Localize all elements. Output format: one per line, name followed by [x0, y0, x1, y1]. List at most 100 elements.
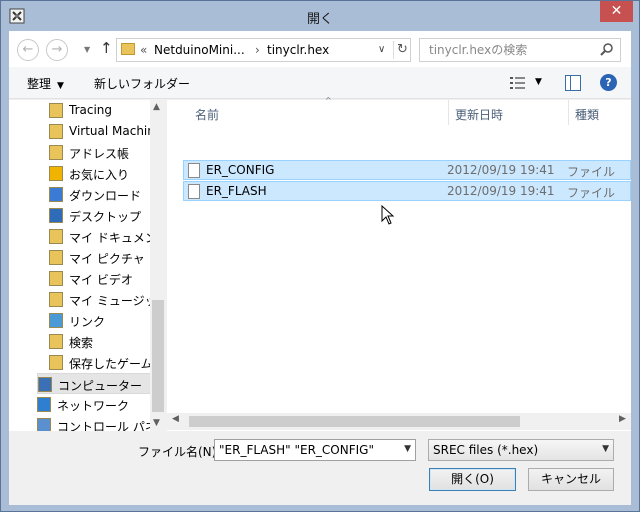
nav-scrollbar[interactable]: ▲ ▼: [150, 100, 166, 431]
search-box[interactable]: [419, 38, 621, 62]
search-input[interactable]: [420, 39, 598, 61]
open-file-dialog: 開く ✕ ← → ▼ ↑ « NetduinoMini... › tinyclr…: [0, 0, 640, 512]
network-icon: [37, 397, 51, 412]
documents-folder-icon: [49, 229, 63, 244]
file-icon: [188, 184, 200, 199]
close-button[interactable]: ✕: [600, 1, 633, 22]
file-name: ER_CONFIG: [206, 163, 275, 177]
file-date: 2012/09/19 19:41: [447, 163, 555, 177]
sidebar-item-label: ネットワーク: [57, 399, 130, 413]
address-dropdown-icon[interactable]: ∨: [378, 44, 385, 55]
breadcrumb-separator[interactable]: ›: [255, 43, 260, 57]
videos-folder-icon: [49, 271, 63, 286]
column-header-name[interactable]: 名前 ^: [189, 96, 449, 125]
address-row: ← → ▼ ↑ « NetduinoMini... › tinyclr.hex …: [9, 31, 631, 67]
column-name-label: 名前: [195, 108, 220, 122]
recent-locations-dropdown-icon[interactable]: ▼: [84, 45, 90, 54]
navigation-pane[interactable]: Tracing Virtual Machin アドレス帳お気に入りダウンロードデスク…: [9, 100, 166, 431]
folder-icon: [49, 103, 63, 118]
filename-combo[interactable]: ▼: [214, 439, 416, 461]
filetype-value: SREC files (*.hex): [433, 443, 539, 457]
scroll-down-icon[interactable]: ▼: [153, 418, 160, 428]
filename-input[interactable]: [215, 440, 395, 460]
organize-menu[interactable]: 整理 ▼: [27, 75, 64, 92]
back-button[interactable]: ←: [17, 39, 39, 61]
sidebar-item[interactable]: 保存したゲーム: [49, 352, 166, 373]
sidebar-item[interactable]: コンピューター: [37, 373, 166, 394]
scroll-left-icon[interactable]: ◀: [172, 414, 179, 424]
sidebar-item[interactable]: アドレス帳: [49, 142, 166, 163]
up-button[interactable]: ↑: [100, 39, 113, 57]
folder-icon: [121, 43, 135, 55]
folder-icon: [49, 124, 63, 139]
horizontal-scroll-thumb[interactable]: [189, 416, 520, 427]
sidebar-item-label: 検索: [69, 336, 94, 350]
favorites-folder-icon: [49, 166, 63, 181]
command-toolbar: 整理 ▼ 新しいフォルダー ▼ ?: [9, 67, 631, 99]
dialog-footer: ファイル名(N): ▼ SREC files (*.hex) ▼ 開く(O) キ…: [9, 431, 631, 505]
file-date: 2012/09/19 19:41: [447, 184, 555, 198]
file-row[interactable]: ER_FLASH 2012/09/19 19:41 ファイル: [183, 181, 631, 201]
sidebar-item[interactable]: コントロール パネル: [37, 415, 166, 431]
breadcrumb-overflow[interactable]: «: [140, 43, 147, 57]
sidebar-item-label: コンピューター: [58, 379, 143, 393]
sidebar-item-label: マイ ビデオ: [69, 273, 133, 287]
sidebar-item-label: ダウンロード: [69, 189, 142, 203]
sidebar-item-label: Tracing: [69, 103, 113, 117]
sidebar-item[interactable]: マイ ピクチャ: [49, 247, 166, 268]
forward-button[interactable]: →: [46, 39, 68, 61]
contacts-folder-icon: [49, 145, 63, 160]
sidebar-item[interactable]: マイ ミュージック: [49, 289, 166, 310]
column-header-type[interactable]: 種類: [569, 100, 631, 125]
sidebar-item[interactable]: ネットワーク: [37, 394, 166, 415]
view-options-icon[interactable]: [509, 76, 527, 90]
nav-scroll-thumb[interactable]: [152, 300, 164, 412]
window-title: 開く: [306, 12, 333, 27]
sidebar-item-label: 保存したゲーム: [69, 357, 153, 371]
address-bar[interactable]: « NetduinoMini... › tinyclr.hex ∨ ↻: [116, 38, 411, 62]
scroll-right-icon[interactable]: ▶: [619, 414, 626, 424]
chevron-down-icon[interactable]: ▼: [602, 444, 609, 454]
sidebar-item[interactable]: ダウンロード: [49, 184, 166, 205]
dialog-client: ← → ▼ ↑ « NetduinoMini... › tinyclr.hex …: [9, 31, 631, 505]
sidebar-item[interactable]: Tracing: [49, 100, 166, 121]
file-list-pane[interactable]: 名前 ^ 更新日時 種類 ER_CONFIG 2012/09/19 19:41 …: [167, 96, 631, 431]
sidebar-item-label: マイ ピクチャ: [69, 252, 145, 266]
searches-folder-icon: [49, 334, 63, 349]
sidebar-item-label: お気に入り: [69, 168, 130, 182]
column-header-date[interactable]: 更新日時: [449, 100, 569, 125]
sidebar-item[interactable]: デスクトップ: [49, 205, 166, 226]
sidebar-item-label: リンク: [69, 315, 106, 329]
sidebar-item[interactable]: リンク: [49, 310, 166, 331]
mouse-cursor-icon: [381, 205, 395, 225]
cancel-button[interactable]: キャンセル: [528, 468, 614, 491]
new-folder-button[interactable]: 新しいフォルダー: [94, 75, 190, 92]
chevron-down-icon: ▼: [57, 81, 64, 91]
sidebar-item[interactable]: Virtual Machin: [49, 121, 166, 142]
music-folder-icon: [49, 292, 63, 307]
computer-icon: [38, 377, 52, 392]
sidebar-item[interactable]: マイ ビデオ: [49, 268, 166, 289]
file-row[interactable]: ER_CONFIG 2012/09/19 19:41 ファイル: [183, 160, 631, 180]
open-button[interactable]: 開く(O): [429, 468, 516, 491]
filetype-select[interactable]: SREC files (*.hex) ▼: [428, 439, 614, 461]
sidebar-item[interactable]: お気に入り: [49, 163, 166, 184]
preview-pane-icon[interactable]: [565, 75, 581, 91]
breadcrumb-netduino[interactable]: NetduinoMini...: [154, 43, 245, 57]
file-name: ER_FLASH: [206, 184, 267, 198]
title-bar[interactable]: 開く ✕: [1, 1, 639, 31]
breadcrumb-tinyclr[interactable]: tinyclr.hex: [267, 43, 329, 57]
sidebar-item[interactable]: マイ ドキュメント: [49, 226, 166, 247]
help-icon[interactable]: ?: [600, 74, 617, 91]
scroll-up-icon[interactable]: ▲: [153, 102, 160, 112]
view-dropdown-icon[interactable]: ▼: [535, 77, 542, 87]
sidebar-item-label: アドレス帳: [69, 147, 130, 161]
organize-label: 整理: [27, 77, 52, 91]
search-icon[interactable]: [600, 42, 614, 56]
chevron-down-icon[interactable]: ▼: [404, 444, 411, 454]
horizontal-scrollbar[interactable]: ◀ ▶: [167, 413, 631, 430]
sidebar-item[interactable]: 検索: [49, 331, 166, 352]
file-icon: [188, 163, 200, 178]
refresh-icon[interactable]: ↻: [393, 41, 411, 59]
file-type: ファイル: [567, 165, 616, 179]
